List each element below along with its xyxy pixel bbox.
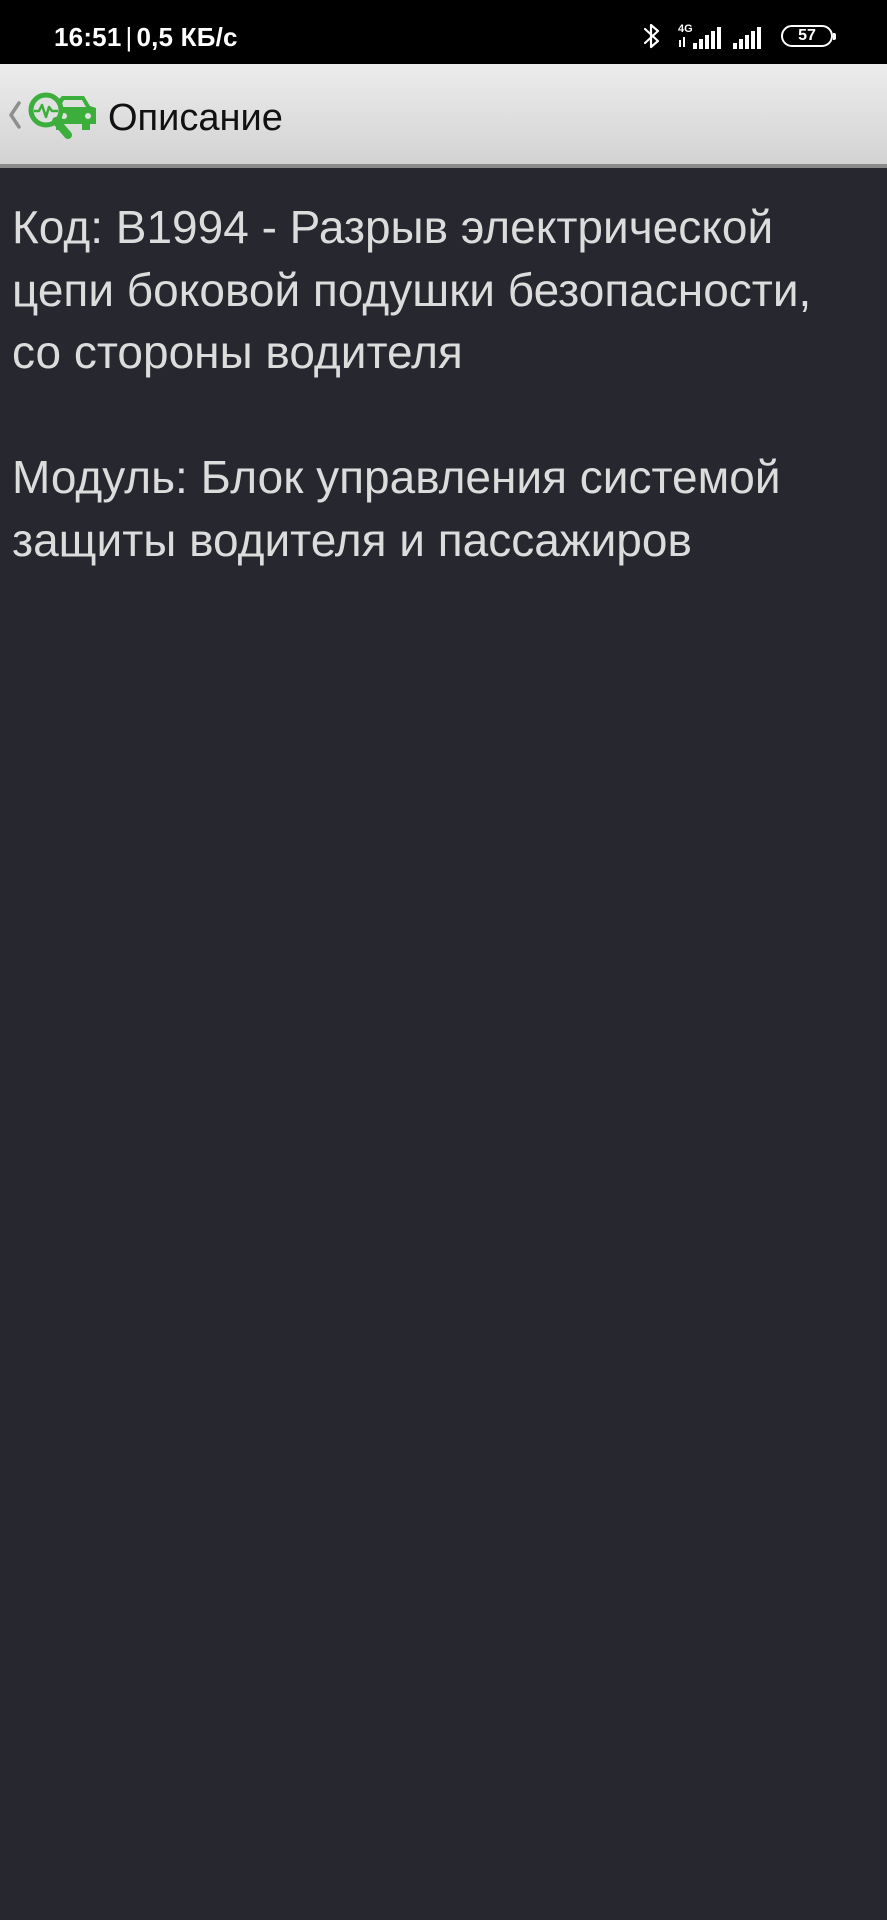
signal-icon [733, 27, 761, 49]
network-speed: 0,5 КБ/с [136, 22, 238, 52]
action-bar[interactable]: Описание [0, 64, 887, 168]
status-icons: 4G 57 [643, 20, 836, 52]
description-content: Код: B1994 - Разрыв электрической цепи б… [12, 196, 872, 571]
car-diagnostics-icon[interactable] [26, 88, 100, 142]
battery-icon: 57 [781, 25, 836, 47]
network-type-label: 4G [678, 23, 693, 35]
status-separator: | [125, 22, 133, 52]
clock: 16:51 [54, 22, 122, 52]
battery-level: 57 [798, 27, 816, 44]
bluetooth-icon [643, 23, 660, 49]
page-title: Описание [108, 97, 283, 139]
status-bar: 16:51 | 0,5 КБ/с 4G 57 [0, 0, 887, 64]
error-code-description: Код: B1994 - Разрыв электрической цепи б… [12, 201, 812, 378]
chevron-left-icon[interactable] [8, 100, 22, 130]
status-left: 16:51 | 0,5 КБ/с [54, 22, 238, 53]
signal-4g-icon: 4G [678, 23, 721, 49]
module-description: Модуль: Блок управления системой защиты … [12, 451, 781, 566]
